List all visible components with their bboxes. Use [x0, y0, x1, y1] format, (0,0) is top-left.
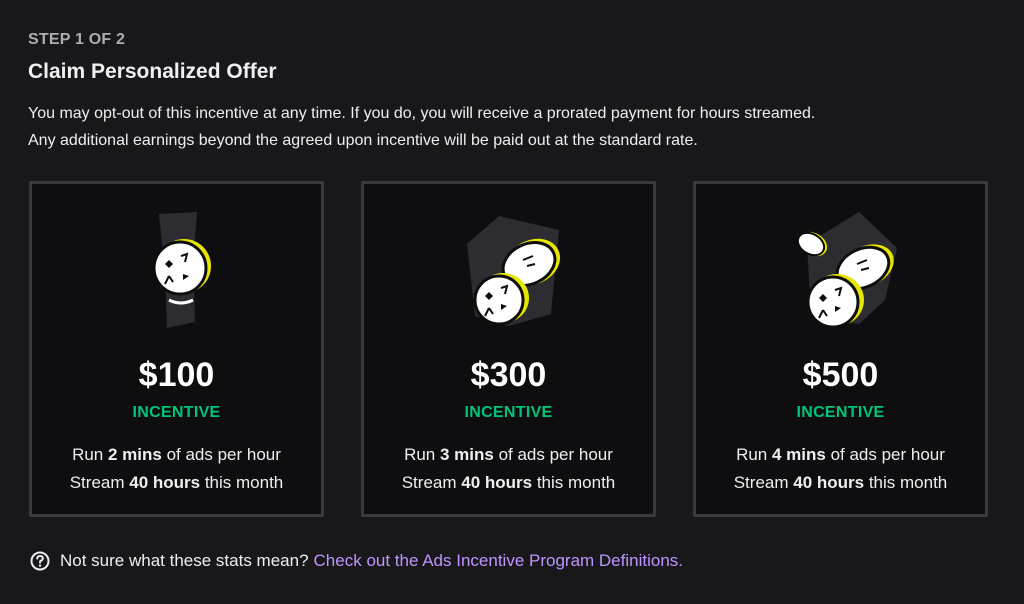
offer-amount: $500	[802, 356, 879, 394]
question-circle-icon	[30, 551, 50, 571]
offer-card-300[interactable]: $300 INCENTIVE Run 3 mins of ads per hou…	[361, 181, 656, 517]
offer-card-500[interactable]: $500 INCENTIVE Run 4 mins of ads per hou…	[693, 181, 988, 517]
ads-requirement: Run 2 mins of ads per hour	[72, 445, 281, 464]
page-title: Claim Personalized Offer	[28, 60, 277, 83]
help-footer: Not sure what these stats mean? Check ou…	[30, 551, 683, 571]
ads-requirement: Run 3 mins of ads per hour	[404, 445, 613, 464]
stream-requirement: Stream 40 hours this month	[69, 473, 284, 492]
three-coins-icon	[696, 204, 985, 344]
offer-amount: $300	[470, 356, 547, 394]
incentive-label: INCENTIVE	[796, 404, 885, 421]
two-coins-icon	[364, 204, 653, 344]
incentive-label: INCENTIVE	[132, 404, 221, 421]
stream-requirement: Stream 40 hours this month	[733, 473, 948, 492]
stream-requirement: Stream 40 hours this month	[401, 473, 616, 492]
offer-card-100[interactable]: $100 INCENTIVE Run 2 mins of ads per hou…	[29, 181, 324, 517]
description: You may opt-out of this incentive at any…	[28, 100, 1018, 154]
offer-amount: $100	[138, 356, 215, 394]
step-indicator: STEP 1 OF 2	[28, 31, 126, 48]
ads-requirement: Run 4 mins of ads per hour	[736, 445, 945, 464]
single-coin-icon	[32, 204, 321, 344]
definitions-link[interactable]: Check out the Ads Incentive Program Defi…	[314, 551, 683, 571]
description-line-2: Any additional earnings beyond the agree…	[28, 132, 698, 149]
help-question: Not sure what these stats mean?	[60, 551, 309, 570]
incentive-label: INCENTIVE	[464, 404, 553, 421]
description-line-1: You may opt-out of this incentive at any…	[28, 105, 816, 122]
